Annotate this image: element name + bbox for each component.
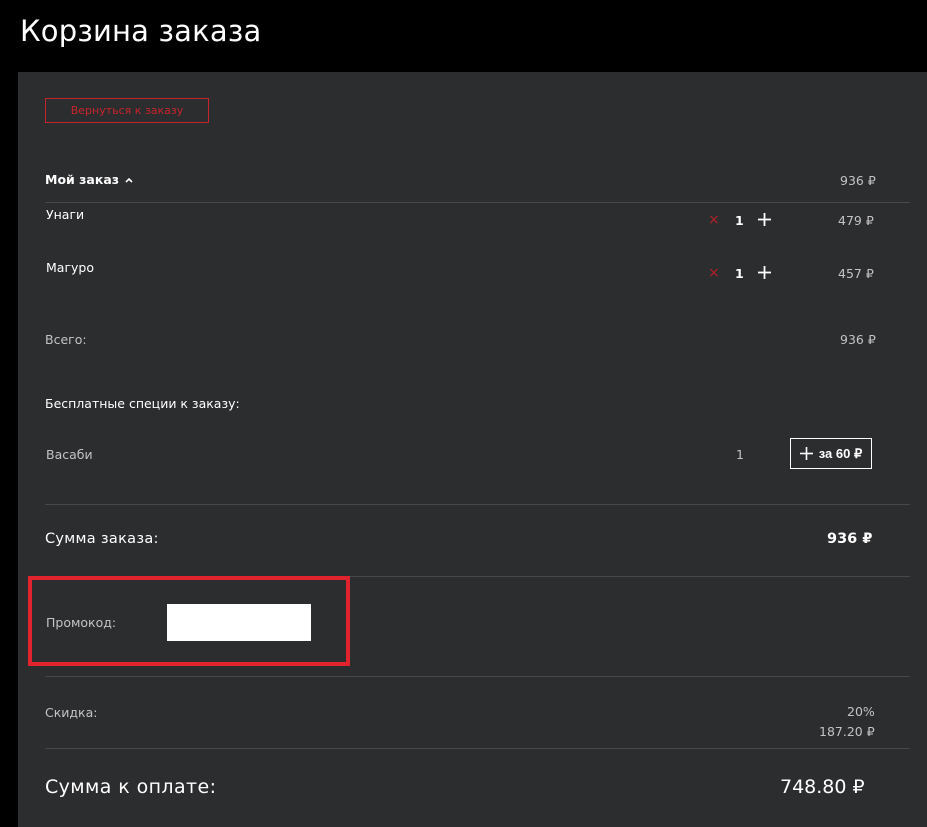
order-item-price: 479 ₽: [838, 213, 874, 228]
plus-icon: [799, 447, 813, 460]
promo-code-input[interactable]: [167, 604, 311, 641]
chevron-up-icon: [125, 177, 133, 183]
order-item-qty: 1: [735, 266, 744, 281]
divider: [45, 748, 910, 749]
remove-item-icon[interactable]: ×: [708, 213, 720, 227]
remove-item-icon[interactable]: ×: [708, 266, 720, 280]
page-title: Корзина заказа: [20, 14, 262, 48]
my-order-toggle[interactable]: Мой заказ: [45, 172, 134, 187]
divider: [45, 676, 910, 677]
add-spice-button[interactable]: за 60 ₽: [790, 438, 872, 469]
spice-name: Васаби: [46, 447, 93, 462]
order-item-name: Унаги: [46, 207, 85, 222]
plus-icon[interactable]: [758, 213, 771, 226]
divider: [45, 504, 910, 505]
order-item-qty: 1: [735, 213, 744, 228]
plus-icon[interactable]: [758, 266, 771, 279]
promo-label: Промокод:: [46, 615, 117, 630]
spice-qty: 1: [736, 447, 744, 462]
order-total-value: 936 ₽: [840, 332, 876, 347]
order-total-label: Всего:: [45, 332, 87, 347]
my-order-title: Мой заказ: [45, 172, 120, 187]
order-item-name: Магуро: [46, 260, 94, 275]
order-sum-label: Сумма заказа:: [45, 531, 159, 547]
discount-amount: 187.20 ₽: [819, 724, 875, 739]
order-sum-value: 936 ₽: [827, 531, 873, 547]
divider: [45, 202, 910, 203]
add-spice-label: за 60 ₽: [818, 445, 863, 461]
spices-title: Бесплатные специи к заказу:: [45, 396, 240, 411]
cart-panel: Вернуться к заказу Мой заказ 936 ₽ Унаги…: [18, 72, 927, 827]
order-item-price: 457 ₽: [838, 266, 874, 281]
back-to-order-button[interactable]: Вернуться к заказу: [45, 98, 209, 123]
discount-percent: 20%: [847, 704, 875, 719]
total-to-pay-label: Сумма к оплате:: [45, 776, 217, 798]
order-header-total: 936 ₽: [840, 173, 876, 188]
total-to-pay-value: 748.80 ₽: [780, 776, 865, 798]
discount-label: Скидка:: [45, 705, 98, 720]
